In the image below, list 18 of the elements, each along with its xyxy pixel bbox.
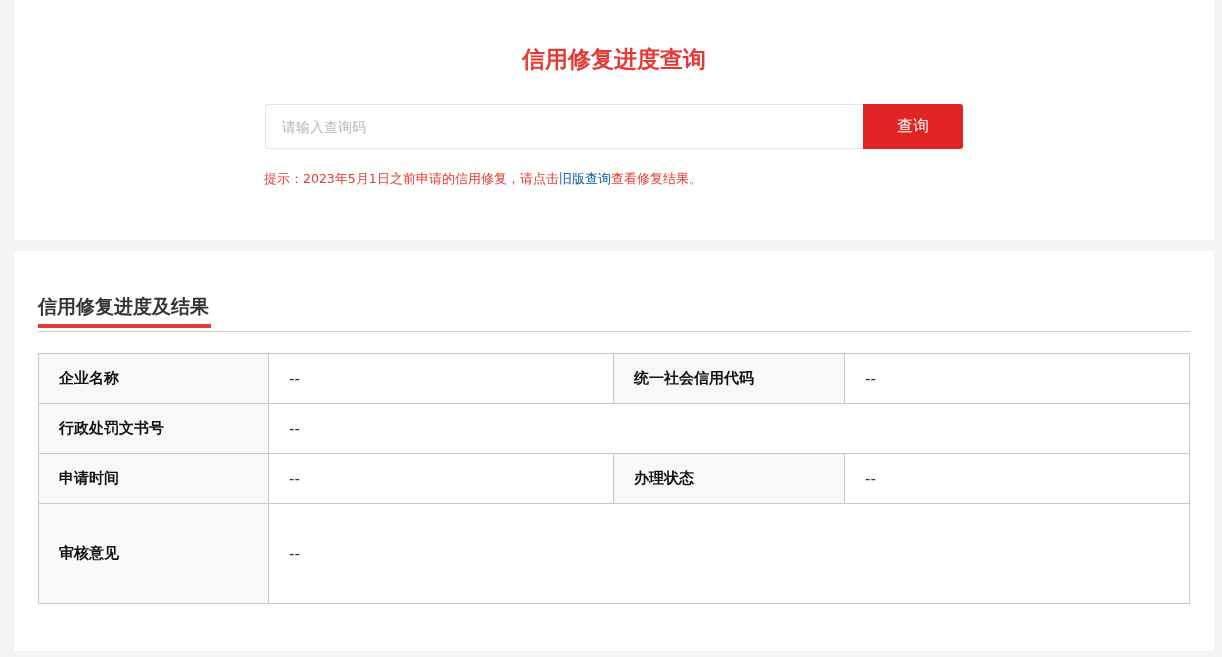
field-label: 行政处罚文书号 <box>38 403 269 454</box>
query-code-field[interactable]: 请输入查询码 <box>265 104 863 149</box>
hint-text: 提示：2023年5月1日之前申请的信用修复，请点击旧版查询查看修复结果。 <box>264 171 703 188</box>
field-label: 企业名称 <box>38 353 269 404</box>
field-value: -- <box>268 453 614 504</box>
field-value: -- <box>844 353 1190 404</box>
field-label: 统一社会信用代码 <box>613 353 845 404</box>
old-version-link[interactable]: 旧版查询 <box>558 171 611 186</box>
field-label: 办理状态 <box>613 453 845 504</box>
field-value: -- <box>844 453 1190 504</box>
query-button[interactable]: 查询 <box>863 104 963 149</box>
field-label: 审核意见 <box>38 503 269 604</box>
field-label: 申请时间 <box>38 453 269 504</box>
field-value: -- <box>268 353 614 404</box>
field-value: -- <box>268 503 1190 604</box>
section-title: 信用修复进度及结果 <box>38 291 211 328</box>
field-value: -- <box>268 403 1190 454</box>
page-title: 信用修复进度查询 <box>520 45 707 74</box>
